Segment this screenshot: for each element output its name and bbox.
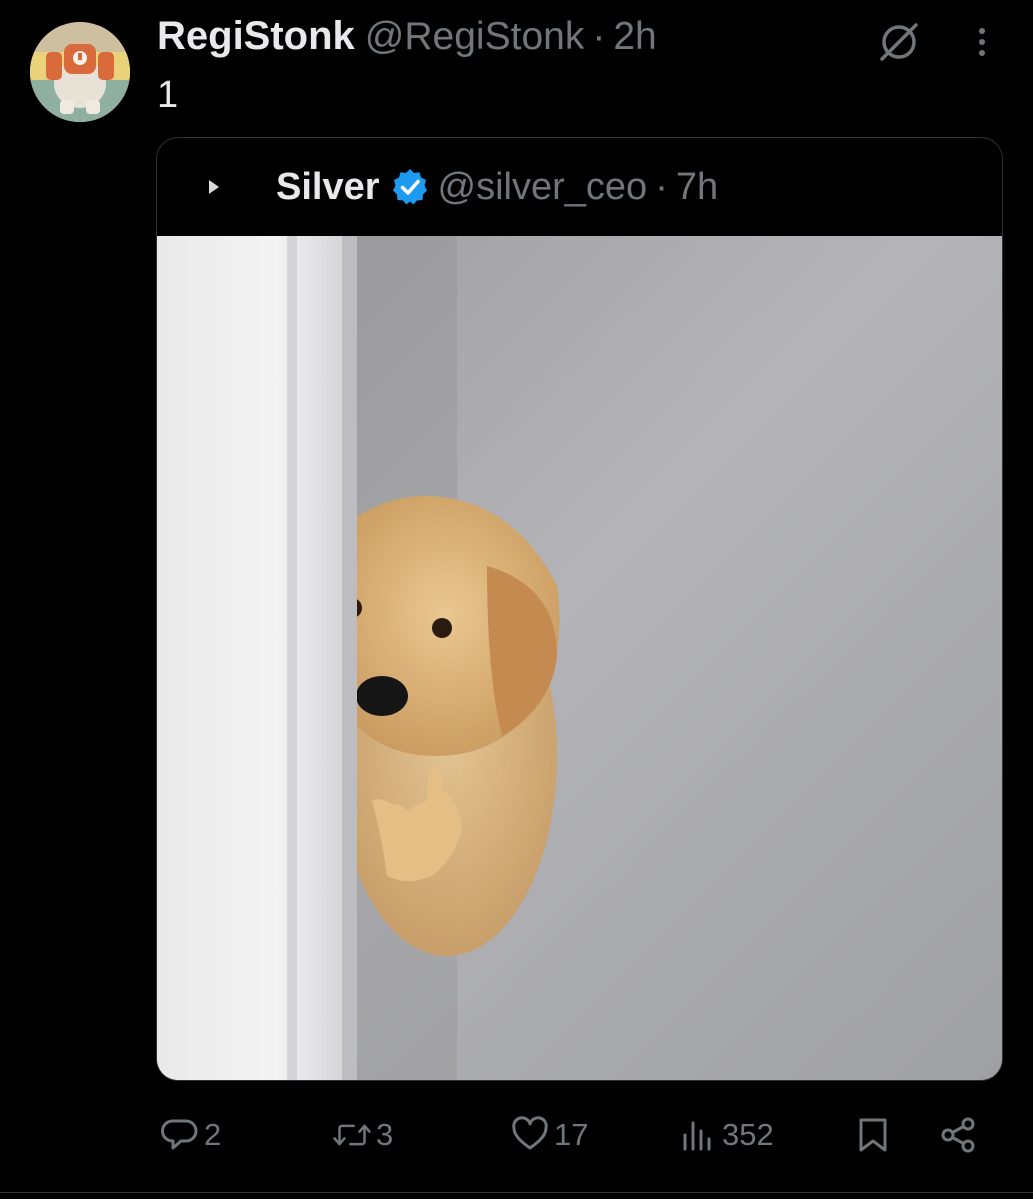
verified-badge-icon [392, 169, 427, 205]
retweet-button[interactable]: 3 [332, 1100, 393, 1170]
like-icon [512, 1116, 548, 1150]
quoted-tweet-image[interactable] [157, 236, 1002, 1080]
avatar-image [30, 22, 130, 122]
separator-dot: · [592, 15, 606, 58]
reply-icon [161, 1119, 198, 1150]
more-icon[interactable] [962, 22, 1002, 62]
user-avatar[interactable] [30, 22, 130, 122]
quoted-user-avatar[interactable] [199, 172, 229, 202]
user-handle[interactable]: @RegiStonk [365, 15, 585, 59]
tweet-text: 1 [157, 74, 179, 116]
like-button[interactable]: 17 [510, 1100, 588, 1170]
grok-icon[interactable] [876, 18, 922, 64]
quoted-user-handle[interactable]: @silver_ceo [438, 166, 648, 209]
tweet-header: RegiStonk @RegiStonk · 2h [157, 14, 657, 64]
quoted-avatar-image [209, 180, 219, 194]
tweet-actions: 2 3 17 352 [0, 1100, 1033, 1170]
puppy-photo [157, 236, 1002, 1080]
tweet[interactable]: RegiStonk @RegiStonk · 2h 1 Silver @silv… [0, 0, 1033, 1199]
retweet-icon [333, 1124, 371, 1146]
bookmark-icon [859, 1118, 887, 1152]
quoted-display-name[interactable]: Silver [276, 166, 380, 209]
display-name[interactable]: RegiStonk [157, 14, 355, 59]
share-button[interactable] [938, 1100, 978, 1170]
tweet-divider [0, 1192, 1033, 1193]
quoted-separator-dot: · [655, 165, 668, 208]
reply-count: 2 [204, 1117, 222, 1152]
quoted-tweet-header: Silver @silver_ceo · 7h [157, 138, 1002, 236]
reply-button[interactable]: 2 [160, 1100, 221, 1170]
views-button[interactable]: 352 [678, 1100, 774, 1170]
bookmark-button[interactable] [853, 1100, 893, 1170]
tweet-time[interactable]: 2h [613, 15, 656, 59]
views-icon [683, 1121, 711, 1151]
like-count: 17 [554, 1117, 589, 1152]
quoted-tweet-time[interactable]: 7h [676, 166, 718, 209]
share-icon [941, 1117, 975, 1153]
quoted-tweet[interactable]: Silver @silver_ceo · 7h [156, 137, 1003, 1081]
retweet-count: 3 [376, 1117, 394, 1152]
view-count: 352 [722, 1117, 774, 1152]
